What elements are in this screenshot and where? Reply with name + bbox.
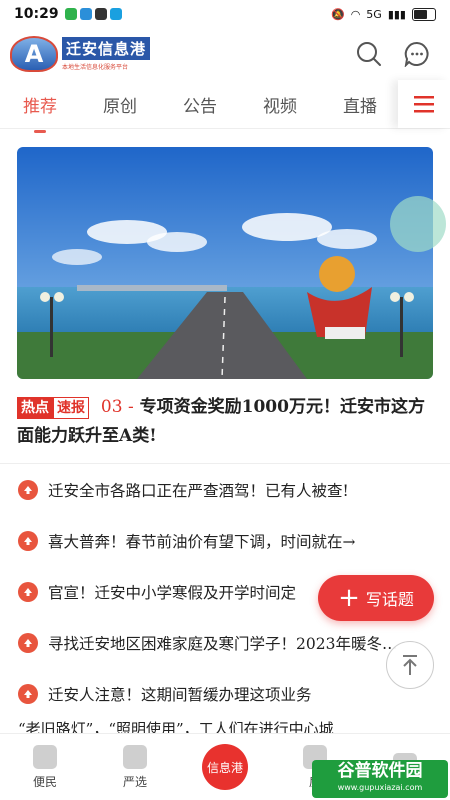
tab-recommend[interactable]: 推荐 [0, 92, 80, 133]
list-item[interactable]: 寻找迁安地区困难家庭及寒门学子！2023年暖冬… [0, 617, 450, 668]
up-arrow-icon [18, 581, 38, 602]
tab-video[interactable]: 视频 [240, 92, 320, 117]
search-app-icon [109, 8, 122, 20]
write-topic-button[interactable]: + 写话题 [318, 575, 434, 621]
news-title: 喜大普奔！春节前油价有望下调，时间就在→ [48, 532, 356, 551]
news-title: 官宣！迁安中小学寒假及开学时间定 [48, 583, 297, 602]
logo-title: 迁安信息港 [62, 37, 151, 60]
nav-convenience[interactable]: 便民 [0, 734, 90, 800]
up-arrow-icon [18, 530, 38, 551]
signal-icon: ▮▮▮ [387, 7, 406, 21]
convenience-icon [33, 744, 57, 769]
hero-photo [17, 147, 433, 379]
wifi-icon: ◠ [350, 7, 361, 21]
app-header: A 迁安信息港 本地生活信息化服务平台 [0, 28, 450, 80]
fast-news-tag: 速报 [53, 397, 89, 419]
hot-tag: 热点 [17, 397, 53, 419]
search-icon[interactable] [356, 41, 382, 67]
tab-live[interactable]: 直播 [320, 92, 400, 117]
home-center-button: 信息港 [202, 744, 248, 790]
status-time: 10:29 [14, 6, 59, 22]
watermark-url: www.gupuxiazai.com [337, 783, 423, 792]
tab-menu-button[interactable] [398, 80, 450, 128]
tab-announcement[interactable]: 公告 [160, 92, 240, 117]
list-item[interactable]: 喜大普奔！春节前油价有望下调，时间就在→ [0, 515, 450, 566]
nav-label: 严选 [122, 774, 147, 789]
notification-app-icon [79, 8, 92, 20]
floating-assistant-bubble[interactable] [390, 196, 446, 252]
headline-article[interactable]: 热点 速报 03 - 专项资金奖励1000万元！迁安市这方面能力跃升至A类! [17, 393, 433, 451]
write-topic-label: 写话题 [365, 590, 414, 609]
up-arrow-icon [18, 479, 38, 500]
watermark-title: 谷普软件园 [337, 761, 423, 781]
category-tabs: 推荐 原创 公告 视频 直播 [0, 80, 450, 133]
message-icon[interactable] [404, 41, 430, 67]
plus-icon: + [338, 583, 360, 613]
up-arrow-icon [18, 683, 38, 704]
up-arrow-icon [18, 632, 38, 653]
list-item[interactable]: 迁安全市各路口正在严查酒驾！已有人被查! [0, 464, 450, 515]
logo-subtitle: 本地生活信息化服务平台 [62, 64, 129, 71]
nav-home[interactable]: 信息港 [180, 734, 270, 800]
qq-icon [94, 8, 107, 20]
app-logo[interactable]: A 迁安信息港 本地生活信息化服务平台 [10, 36, 151, 72]
notification-app-icon [64, 8, 77, 20]
crown-icon [123, 744, 147, 769]
nav-selection[interactable]: 严选 [90, 734, 180, 800]
arrow-up-icon [403, 655, 417, 675]
nav-label: 便民 [32, 774, 57, 789]
back-to-top-button[interactable] [386, 641, 434, 689]
tab-original[interactable]: 原创 [80, 92, 160, 117]
headline-index: 03 - [100, 397, 134, 417]
status-bar: 10:29 🔕 ◠ 5G ▮▮▮ [0, 0, 450, 28]
network-label: 5G [366, 7, 382, 21]
list-item[interactable]: 迁安人注意！这期间暂缓办理这项业务 [0, 668, 450, 719]
battery-icon [412, 7, 436, 21]
logo-mark: A [10, 36, 58, 72]
news-title: 寻找迁安地区困难家庭及寒门学子！2023年暖冬… [48, 634, 398, 653]
hero-image[interactable] [17, 147, 433, 379]
mute-icon: 🔕 [330, 7, 345, 21]
news-title: 迁安全市各路口正在严查酒驾！已有人被查! [48, 481, 349, 500]
site-watermark: 谷普软件园 www.gupuxiazai.com [312, 760, 448, 798]
news-title: 迁安人注意！这期间暂缓办理这项业务 [48, 685, 312, 704]
menu-icon [414, 96, 434, 113]
